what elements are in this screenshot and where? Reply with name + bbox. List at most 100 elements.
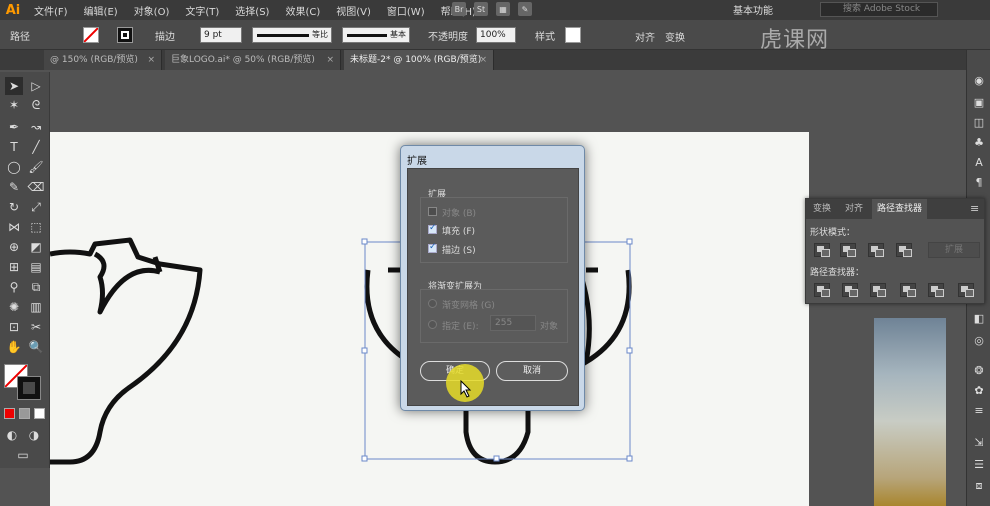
cancel-button[interactable]: 取消	[496, 361, 568, 381]
zoom-tool-icon[interactable]: 🔍	[27, 338, 45, 356]
stroke-weight-field[interactable]: 9 pt	[200, 27, 242, 43]
stock-search-input[interactable]: 搜索 Adobe Stock	[820, 2, 938, 17]
layout-icon[interactable]: ▦	[496, 2, 510, 16]
shape-builder-icon[interactable]: ⊕	[5, 238, 23, 256]
menu-edit[interactable]: 编辑(E)	[76, 3, 126, 18]
minus-back-icon[interactable]	[958, 283, 974, 297]
bridge-icon[interactable]: Br	[452, 2, 466, 16]
swatches-panel-icon[interactable]: ◫	[971, 114, 987, 130]
gpu-icon[interactable]: ✎	[518, 2, 532, 16]
character-panel-icon[interactable]: A	[971, 154, 987, 170]
type-tool-icon[interactable]: T	[5, 138, 23, 156]
crop-icon[interactable]	[900, 283, 916, 297]
tab-transform[interactable]: 变换	[808, 199, 836, 219]
intersect-icon[interactable]	[868, 243, 884, 257]
width-tool-icon[interactable]: ⋈	[5, 218, 23, 236]
specify-radio[interactable]	[428, 320, 437, 329]
blend-tool-icon[interactable]: ⧉	[27, 278, 45, 296]
opacity-field[interactable]: 100%	[476, 27, 516, 43]
transparency-panel-icon[interactable]: ◧	[971, 310, 987, 326]
paintbrush-icon[interactable]: 🖌	[27, 158, 45, 176]
symbols-panel-icon[interactable]: ✿	[971, 382, 987, 398]
minus-front-icon[interactable]	[840, 243, 856, 257]
tab-doc-1[interactable]: @ 150% (RGB/预览) ×	[44, 50, 162, 70]
menu-effect[interactable]: 效果(C)	[277, 3, 328, 18]
close-icon[interactable]: ×	[479, 50, 487, 70]
live-paint-icon[interactable]: ◩	[27, 238, 45, 256]
stroke-checkbox[interactable]	[428, 242, 437, 253]
stock-icon[interactable]: St	[474, 2, 488, 16]
color-panel-icon[interactable]: ◉	[971, 72, 987, 88]
tab-doc-2[interactable]: 巨象LOGO.ai* @ 50% (RGB/预览) ×	[165, 50, 341, 70]
none-mode-icon[interactable]	[34, 408, 45, 419]
elephant-head-path[interactable]	[50, 237, 203, 465]
stroke-swatch[interactable]	[117, 27, 133, 43]
fill-checkbox[interactable]	[428, 223, 437, 234]
eraser-icon[interactable]: ⌫	[27, 178, 45, 196]
menu-object[interactable]: 对象(O)	[126, 3, 178, 18]
graph-tool-icon[interactable]: ▥	[27, 298, 45, 316]
color-mode-icon[interactable]	[4, 408, 15, 419]
hand-tool-icon[interactable]: ✋	[5, 338, 23, 356]
transform-button[interactable]: 变换	[665, 29, 685, 44]
close-icon[interactable]: ×	[147, 50, 155, 70]
layers-panel-icon[interactable]: ☰	[971, 456, 987, 472]
menu-view[interactable]: 视图(V)	[328, 3, 379, 18]
graphic-styles-icon[interactable]: ❂	[971, 362, 987, 378]
screen-mode-icon[interactable]: ▭	[14, 446, 32, 464]
curvature-tool-icon[interactable]: ↝	[27, 118, 45, 136]
lasso-icon[interactable]: ᘓ	[27, 96, 45, 114]
fill-swatch[interactable]	[83, 27, 99, 43]
ellipse-tool-icon[interactable]: ◯	[5, 158, 23, 176]
align-button[interactable]: 对齐	[635, 29, 655, 44]
variable-width-profile[interactable]: 等比	[252, 27, 332, 43]
menu-window[interactable]: 窗口(W)	[379, 3, 433, 18]
tab-doc-3[interactable]: 未标题-2* @ 100% (RGB/预览) ×	[344, 50, 494, 70]
brushes-panel-icon[interactable]: ♣	[971, 134, 987, 150]
exclude-icon[interactable]	[896, 243, 912, 257]
gradient-tool-icon[interactable]: ▤	[27, 258, 45, 276]
gradient-mode-icon[interactable]	[19, 408, 30, 419]
direct-selection-tool-icon[interactable]: ▷	[27, 77, 45, 95]
eyedropper-icon[interactable]: ⚲	[5, 278, 23, 296]
pen-tool-icon[interactable]: ✒	[5, 118, 23, 136]
symbol-sprayer-icon[interactable]: ✺	[5, 298, 23, 316]
brush-definition[interactable]: 基本	[342, 27, 410, 43]
magic-wand-icon[interactable]: ✶	[5, 96, 23, 114]
scale-tool-icon[interactable]: ⤢	[27, 198, 45, 216]
menu-file[interactable]: 文件(F)	[26, 3, 76, 18]
divide-icon[interactable]	[814, 283, 830, 297]
panel-menu-icon[interactable]: ≡	[970, 202, 979, 215]
object-checkbox[interactable]	[428, 207, 437, 216]
color-guide-icon[interactable]: ▣	[971, 94, 987, 110]
draw-normal-icon[interactable]: ◐	[3, 426, 21, 444]
stroke-panel-icon[interactable]: ≡	[971, 402, 987, 418]
shaper-tool-icon[interactable]: ✎	[5, 178, 23, 196]
outline-icon[interactable]	[928, 283, 944, 297]
tab-align[interactable]: 对齐	[840, 199, 868, 219]
artboard-tool-icon[interactable]: ⊡	[5, 318, 23, 336]
merge-icon[interactable]	[870, 283, 886, 297]
expand-button[interactable]: 扩展	[928, 242, 980, 258]
free-transform-icon[interactable]: ⬚	[27, 218, 45, 236]
menu-select[interactable]: 选择(S)	[227, 3, 277, 18]
appearance-panel-icon[interactable]: ◎	[971, 332, 987, 348]
menu-type[interactable]: 文字(T)	[177, 3, 227, 18]
workspace-switcher[interactable]: 基本功能	[733, 2, 773, 17]
close-icon[interactable]: ×	[326, 50, 334, 70]
selection-tool-icon[interactable]: ➤	[5, 77, 23, 95]
gradient-mesh-radio[interactable]	[428, 299, 437, 308]
mesh-tool-icon[interactable]: ⊞	[5, 258, 23, 276]
line-tool-icon[interactable]: ╱	[27, 138, 45, 156]
rotate-tool-icon[interactable]: ↻	[5, 198, 23, 216]
slice-tool-icon[interactable]: ✂	[27, 318, 45, 336]
paragraph-panel-icon[interactable]: ¶	[971, 174, 987, 190]
trim-icon[interactable]	[842, 283, 858, 297]
style-swatch[interactable]	[565, 27, 581, 43]
draw-behind-icon[interactable]: ◑	[25, 426, 43, 444]
stroke-color-icon[interactable]	[17, 376, 41, 400]
export-asset-icon[interactable]: ⇲	[971, 434, 987, 450]
artboards-panel-icon[interactable]: ⧈	[971, 478, 987, 494]
specify-objects-input[interactable]: 255	[490, 315, 536, 331]
tab-pathfinder[interactable]: 路径查找器	[872, 199, 928, 219]
